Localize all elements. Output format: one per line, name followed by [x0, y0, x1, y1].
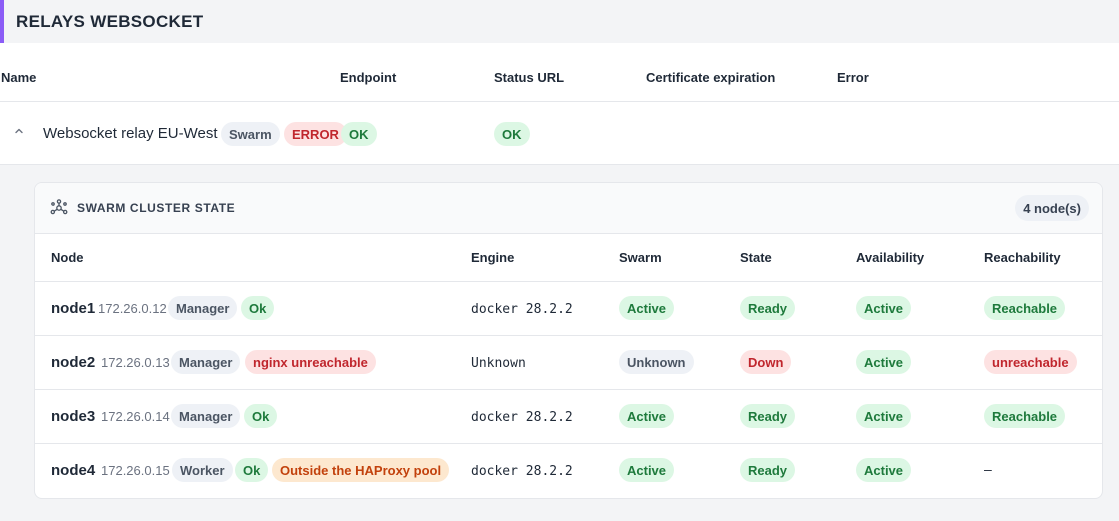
col-engine: Engine [471, 250, 515, 265]
availability-badge: Active [856, 458, 912, 482]
relay-row[interactable]: Websocket relay EU-West Swarm ERROR OK O… [0, 102, 1119, 165]
table-row: node1 172.26.0.12 Manager Ok docker 28.2… [35, 282, 1102, 336]
node-status-badge: Ok [235, 458, 269, 482]
relay-details: SWARM CLUSTER STATE 4 node(s) Node Engin… [0, 165, 1119, 521]
section-header: RELAYS WEBSOCKET [0, 0, 1119, 43]
node-ip: 172.26.0.12 [98, 301, 167, 316]
reachability-value: – [984, 461, 992, 477]
state-badge: Ready [740, 296, 796, 320]
swarm-cluster-card: SWARM CLUSTER STATE 4 node(s) Node Engin… [34, 182, 1103, 499]
relay-name: Websocket relay EU-West [43, 125, 218, 142]
role-badge: Worker [172, 458, 233, 482]
col-node: Node [51, 250, 84, 265]
swarm-badge: Active [619, 458, 675, 482]
col-error: Error [837, 70, 869, 85]
table-row: node4 172.26.0.15 Worker Ok Outside the … [35, 444, 1102, 498]
haproxy-pool-badge: Outside the HAProxy pool [272, 458, 450, 482]
state-badge: Ready [740, 458, 796, 482]
role-badge: Manager [171, 350, 241, 374]
node-ip: 172.26.0.13 [101, 355, 170, 370]
node-status-badge: Ok [241, 296, 275, 320]
node-name: node1 [51, 300, 96, 317]
swarm-badge: Active [619, 404, 675, 428]
swarm-badge: Unknown [619, 350, 694, 374]
reachability-badge: unreachable [984, 350, 1077, 374]
swarm-badge: Active [619, 296, 675, 320]
col-swarm: Swarm [619, 250, 662, 265]
card-title: SWARM CLUSTER STATE [77, 201, 236, 215]
col-endpoint: Endpoint [340, 70, 397, 85]
col-name: Name [1, 70, 37, 85]
node-name: node4 [51, 462, 96, 479]
node-status-badge: Ok [244, 404, 278, 428]
state-badge: Ready [740, 404, 796, 428]
node-count-badge: 4 node(s) [1015, 195, 1089, 221]
col-state: State [740, 250, 772, 265]
role-badge: Manager [168, 296, 238, 320]
node-table-header: Node Engine Swarm State Availability Rea… [35, 234, 1102, 282]
table-row: node3 172.26.0.14 Manager Ok docker 28.2… [35, 390, 1102, 444]
card-header: SWARM CLUSTER STATE 4 node(s) [35, 183, 1102, 234]
status-url-badge: OK [494, 122, 530, 146]
relay-table-header: Name Endpoint Status URL Certificate exp… [0, 54, 1119, 102]
table-row: node2 172.26.0.13 Manager nginx unreacha… [35, 336, 1102, 390]
ok-badge: OK [341, 122, 377, 146]
node-name: node2 [51, 354, 96, 371]
col-reachability: Reachability [984, 250, 1061, 265]
engine-version: docker 28.2.2 [471, 302, 573, 317]
availability-badge: Active [856, 350, 912, 374]
engine-version: docker 28.2.2 [471, 464, 573, 479]
node-status-badge: nginx unreachable [245, 350, 376, 374]
state-badge: Down [740, 350, 792, 374]
col-cert-expiration: Certificate expiration [646, 70, 776, 85]
type-badge: Swarm [221, 122, 280, 146]
col-availability: Availability [856, 250, 925, 265]
role-badge: Manager [171, 404, 241, 428]
availability-badge: Active [856, 296, 912, 320]
node-name: node3 [51, 408, 96, 425]
engine-version: Unknown [471, 356, 526, 371]
error-badge: ERROR [284, 122, 347, 146]
reachability-badge: Reachable [984, 404, 1066, 428]
col-status-url: Status URL [494, 70, 565, 85]
cluster-icon [50, 199, 68, 217]
node-ip: 172.26.0.15 [101, 463, 170, 478]
section-title: RELAYS WEBSOCKET [16, 11, 204, 31]
reachability-badge: Reachable [984, 296, 1066, 320]
chevron-up-icon[interactable] [12, 124, 26, 138]
availability-badge: Active [856, 404, 912, 428]
engine-version: docker 28.2.2 [471, 410, 573, 425]
node-ip: 172.26.0.14 [101, 409, 170, 424]
